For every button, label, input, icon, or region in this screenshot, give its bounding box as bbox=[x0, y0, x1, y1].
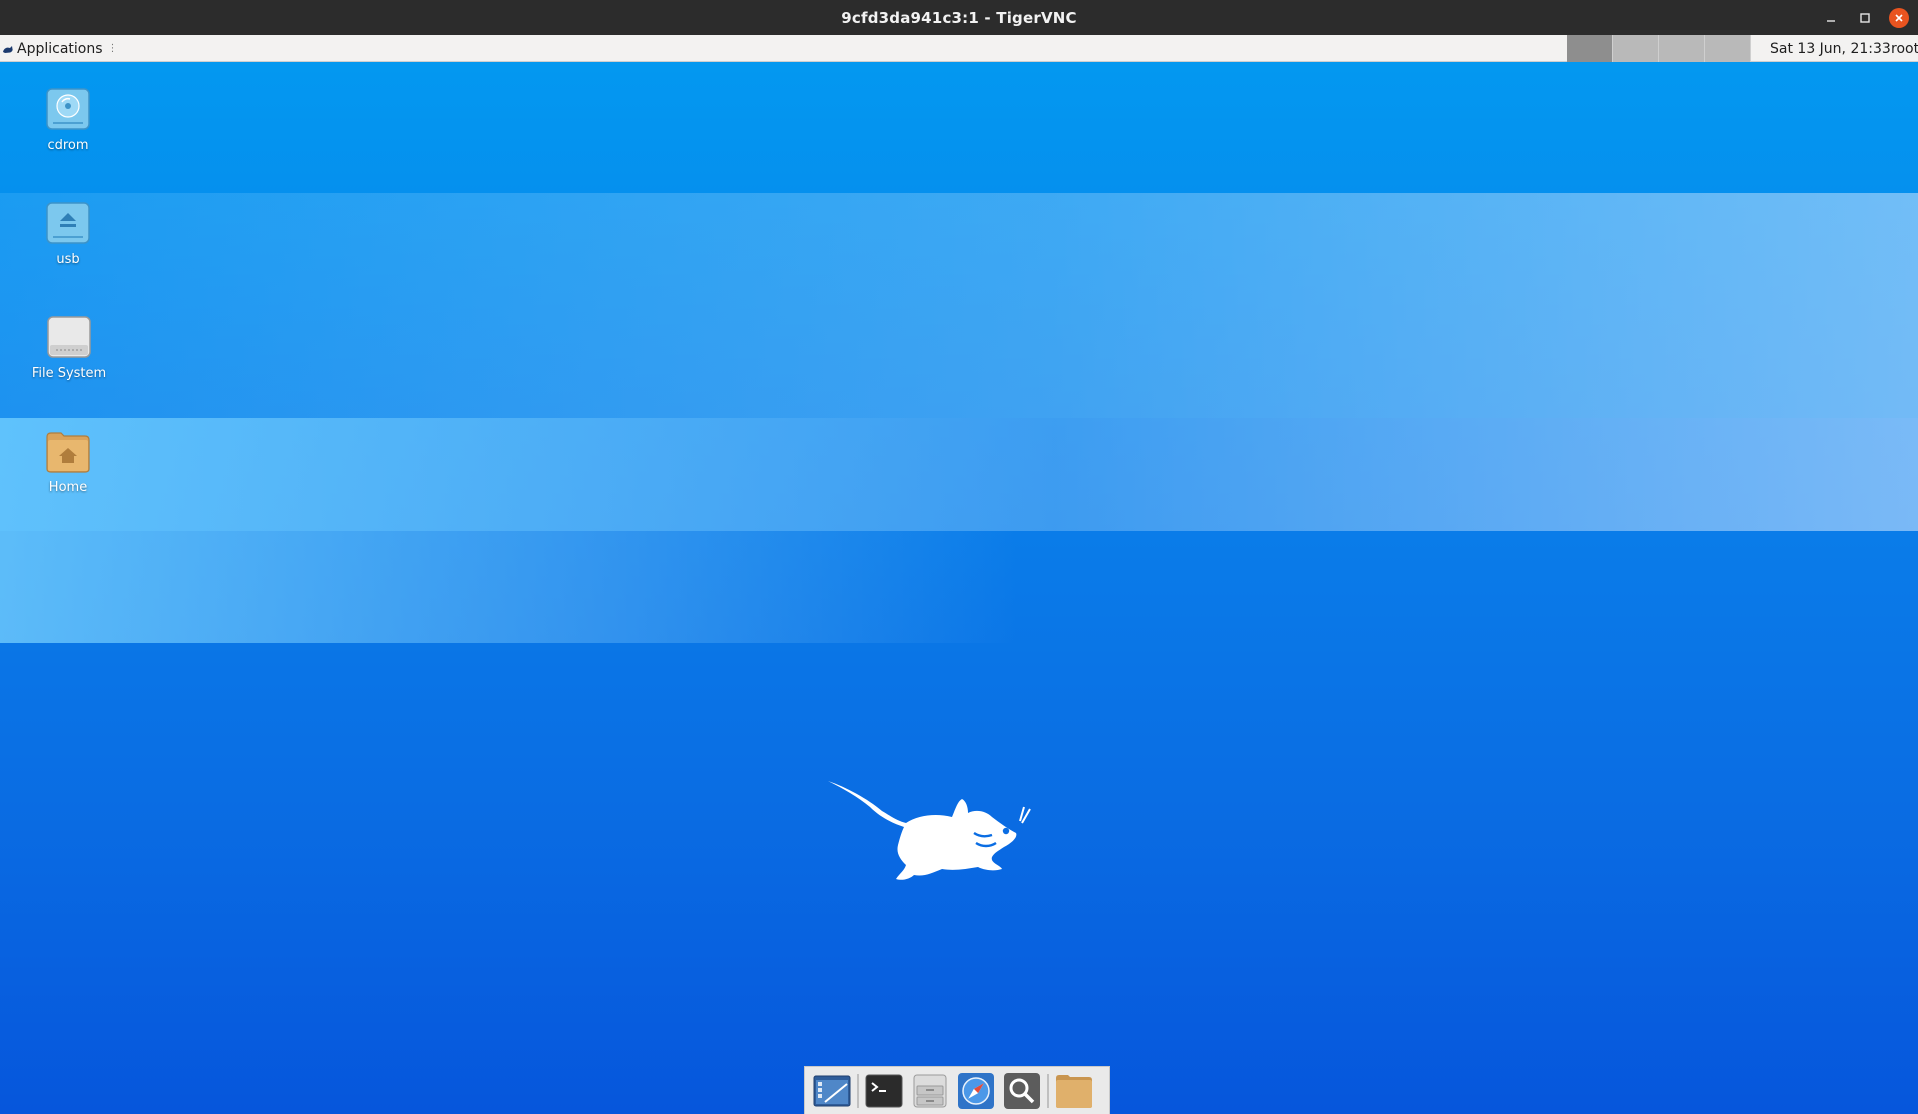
maximize-icon bbox=[1860, 12, 1870, 23]
wallpaper-band bbox=[0, 418, 1918, 531]
panel-handle-icon: ⋮ bbox=[107, 43, 118, 54]
web-browser-icon bbox=[958, 1072, 994, 1109]
dock-separator bbox=[1047, 1073, 1049, 1108]
folder-icon bbox=[1056, 1074, 1092, 1108]
dock-home-folder[interactable] bbox=[1051, 1069, 1097, 1113]
window-titlebar[interactable]: 9cfd3da941c3:1 - TigerVNC bbox=[0, 0, 1918, 35]
cdrom-icon bbox=[46, 88, 90, 130]
xfce-mouse-logo bbox=[828, 781, 1031, 880]
terminal-icon bbox=[865, 1074, 903, 1107]
user-menu[interactable]: root bbox=[1891, 35, 1918, 62]
search-icon bbox=[1004, 1072, 1040, 1109]
xfce-mouse-icon bbox=[3, 45, 13, 53]
wallpaper-band bbox=[0, 531, 1018, 643]
desktop-icon-cdrom[interactable]: cdrom bbox=[18, 86, 118, 153]
wallpaper-band bbox=[0, 193, 1918, 418]
hard-drive-icon bbox=[47, 316, 91, 358]
dock-app-finder[interactable] bbox=[999, 1069, 1045, 1113]
close-button[interactable] bbox=[1884, 0, 1914, 35]
minimize-button[interactable] bbox=[1816, 0, 1846, 35]
desktop-icon-label: cdrom bbox=[47, 138, 89, 153]
applications-label: Applications bbox=[17, 40, 103, 57]
workspace-1[interactable] bbox=[1567, 35, 1613, 62]
dock bbox=[804, 1066, 1110, 1114]
clock-text: Sat 13 Jun, 21:33 bbox=[1770, 40, 1891, 57]
desktop-icon-usb[interactable]: usb bbox=[18, 200, 118, 267]
dock-file-manager[interactable] bbox=[907, 1069, 953, 1113]
usb-drive-icon bbox=[46, 202, 90, 244]
maximize-button[interactable] bbox=[1850, 0, 1880, 35]
desktop-icon-file-system[interactable]: File System bbox=[19, 314, 119, 381]
desktop-icon-label: usb bbox=[56, 252, 80, 267]
desktop-icon-home[interactable]: Home bbox=[18, 428, 118, 495]
desktop-icon-label: Home bbox=[48, 480, 88, 495]
dock-separator bbox=[857, 1073, 859, 1108]
desktop-icon-label: File System bbox=[31, 366, 107, 381]
minimize-icon bbox=[1827, 19, 1835, 22]
dock-show-desktop[interactable] bbox=[809, 1069, 855, 1113]
dock-terminal[interactable] bbox=[861, 1069, 907, 1113]
window-title: 9cfd3da941c3:1 - TigerVNC bbox=[841, 8, 1077, 27]
panel-clock[interactable]: Sat 13 Jun, 21:33 bbox=[1770, 35, 1891, 62]
user-name: root bbox=[1891, 40, 1918, 57]
desktop[interactable]: cdrom usb File System Home bbox=[0, 62, 1918, 1114]
dock-web-browser[interactable] bbox=[953, 1069, 999, 1113]
applications-menu[interactable]: Applications ⋮ bbox=[0, 35, 118, 62]
workspace-switcher[interactable] bbox=[1567, 35, 1751, 62]
home-folder-icon bbox=[46, 432, 90, 473]
show-desktop-icon bbox=[813, 1075, 851, 1106]
close-icon bbox=[1895, 13, 1903, 22]
workspace-2[interactable] bbox=[1613, 35, 1659, 62]
top-panel: Applications ⋮ Sat 13 Jun, 21:33 root bbox=[0, 35, 1918, 62]
file-manager-icon bbox=[913, 1074, 947, 1107]
workspace-4[interactable] bbox=[1705, 35, 1751, 62]
workspace-3[interactable] bbox=[1659, 35, 1705, 62]
